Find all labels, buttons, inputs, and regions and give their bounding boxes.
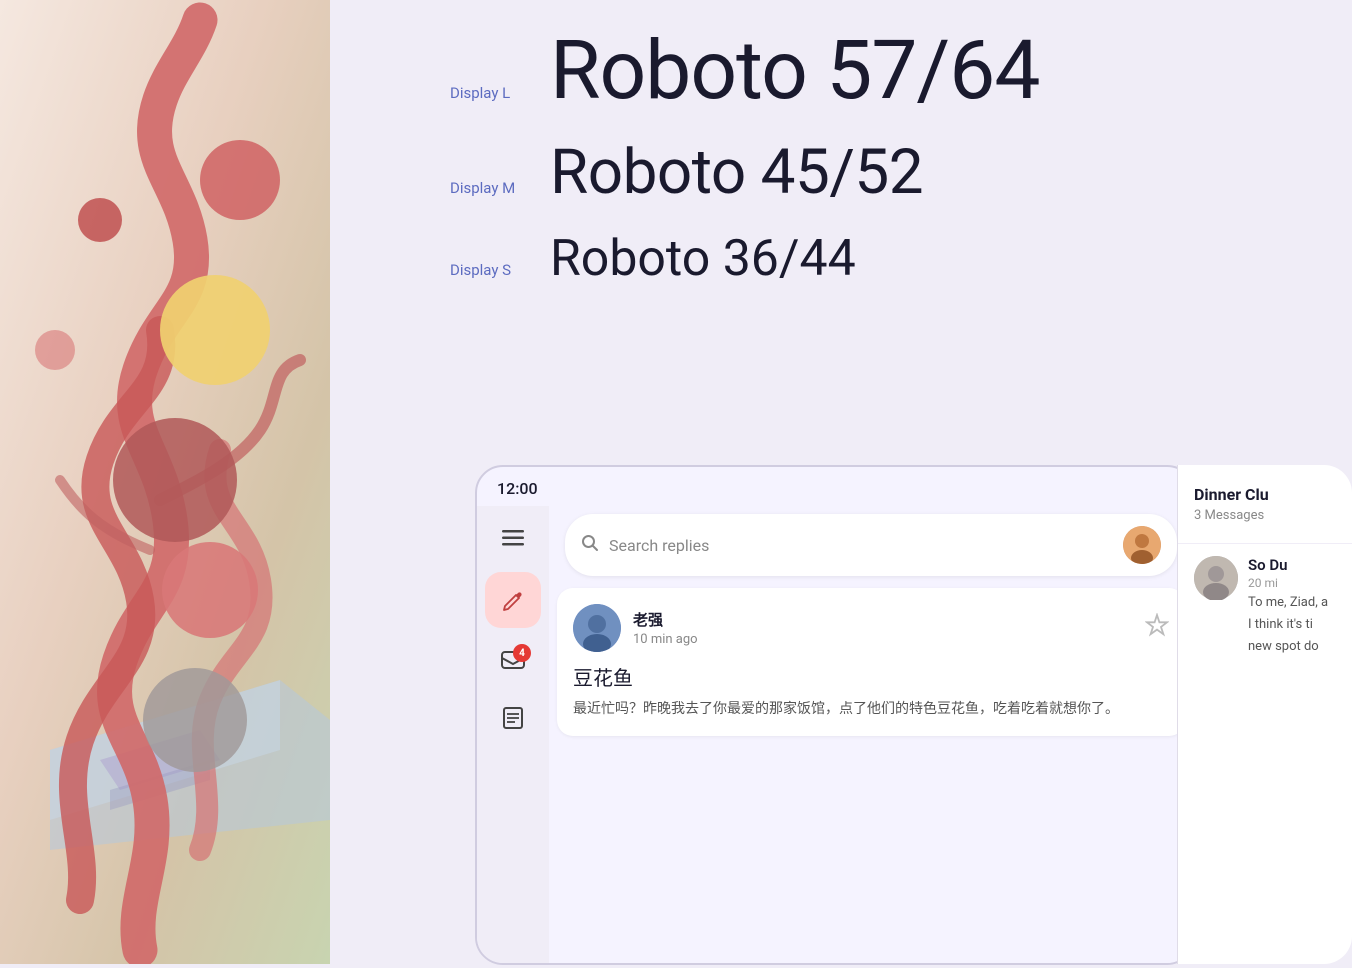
right-person-info: So Du 20 mi To me, Ziad, a I think it's … — [1248, 556, 1336, 657]
display-l-label: Display L — [450, 84, 550, 102]
display-m-label: Display M — [450, 179, 550, 197]
phone-sidebar: 4 — [477, 506, 549, 963]
right-person-preview2: I think it's ti — [1248, 616, 1336, 634]
search-bar-container: Search replies — [549, 506, 1193, 588]
message-preview: 最近忙吗？昨晚我去了你最爱的那家饭馆，点了他们的特色豆花鱼，吃着吃着就想你了。 — [573, 699, 1169, 720]
phone-main-content: Search replies — [549, 506, 1193, 963]
sidebar-compose-fab[interactable] — [485, 572, 541, 628]
right-panel: Dinner Clu 3 Messages So Du 20 mi To me,… — [1177, 465, 1352, 964]
right-person-row[interactable]: So Du 20 mi To me, Ziad, a I think it's … — [1178, 544, 1352, 669]
typography-section: Display L Roboto 57/64 Display M Roboto … — [450, 30, 1352, 314]
sidebar-menu-icon[interactable] — [491, 516, 535, 560]
display-l-text: Roboto 57/64 — [550, 30, 1039, 112]
sidebar-notes-icon[interactable] — [491, 696, 535, 740]
right-person-time: 20 mi — [1248, 576, 1336, 590]
star-icon[interactable] — [1145, 613, 1169, 643]
message-header: 老强 10 min ago — [573, 604, 1169, 652]
right-person-avatar — [1194, 556, 1238, 600]
illustration-panel — [0, 0, 330, 964]
message-card[interactable]: 老强 10 min ago 豆花鱼 最近忙吗？昨晚我去了你最爱的那家饭馆，点了他… — [557, 588, 1185, 736]
dinner-club-title: Dinner Clu — [1194, 485, 1336, 504]
dinner-club-item[interactable]: Dinner Clu 3 Messages — [1178, 465, 1352, 544]
phone-time: 12:00 — [497, 479, 538, 498]
search-placeholder-text: Search replies — [609, 536, 1113, 555]
display-m-text: Roboto 45/52 — [550, 142, 923, 204]
right-person-preview3: new spot do — [1248, 638, 1336, 656]
display-m-row: Display M Roboto 45/52 — [450, 142, 1352, 204]
search-bar[interactable]: Search replies — [565, 514, 1177, 576]
right-person-preview1: To me, Ziad, a — [1248, 594, 1336, 612]
sender-avatar — [573, 604, 621, 652]
dinner-club-subtitle: 3 Messages — [1194, 508, 1336, 523]
inbox-badge: 4 — [513, 644, 531, 662]
sidebar-inbox-icon[interactable]: 4 — [491, 640, 535, 684]
display-l-row: Display L Roboto 57/64 — [450, 30, 1352, 112]
sender-name: 老强 — [633, 609, 1133, 630]
message-time: 10 min ago — [633, 632, 1133, 647]
user-avatar[interactable] — [1123, 526, 1161, 564]
search-icon — [581, 534, 599, 557]
phone-mockup: 12:00 — [475, 465, 1195, 965]
message-title: 豆花鱼 — [573, 662, 1169, 691]
display-s-text: Roboto 36/44 — [550, 234, 856, 284]
display-s-row: Display S Roboto 36/44 — [450, 234, 1352, 284]
right-person-name: So Du — [1248, 556, 1336, 574]
sender-meta: 老强 10 min ago — [633, 609, 1133, 647]
display-s-label: Display S — [450, 261, 550, 279]
phone-body: 4 — [477, 506, 1193, 963]
phone-status-bar: 12:00 — [477, 467, 1193, 506]
